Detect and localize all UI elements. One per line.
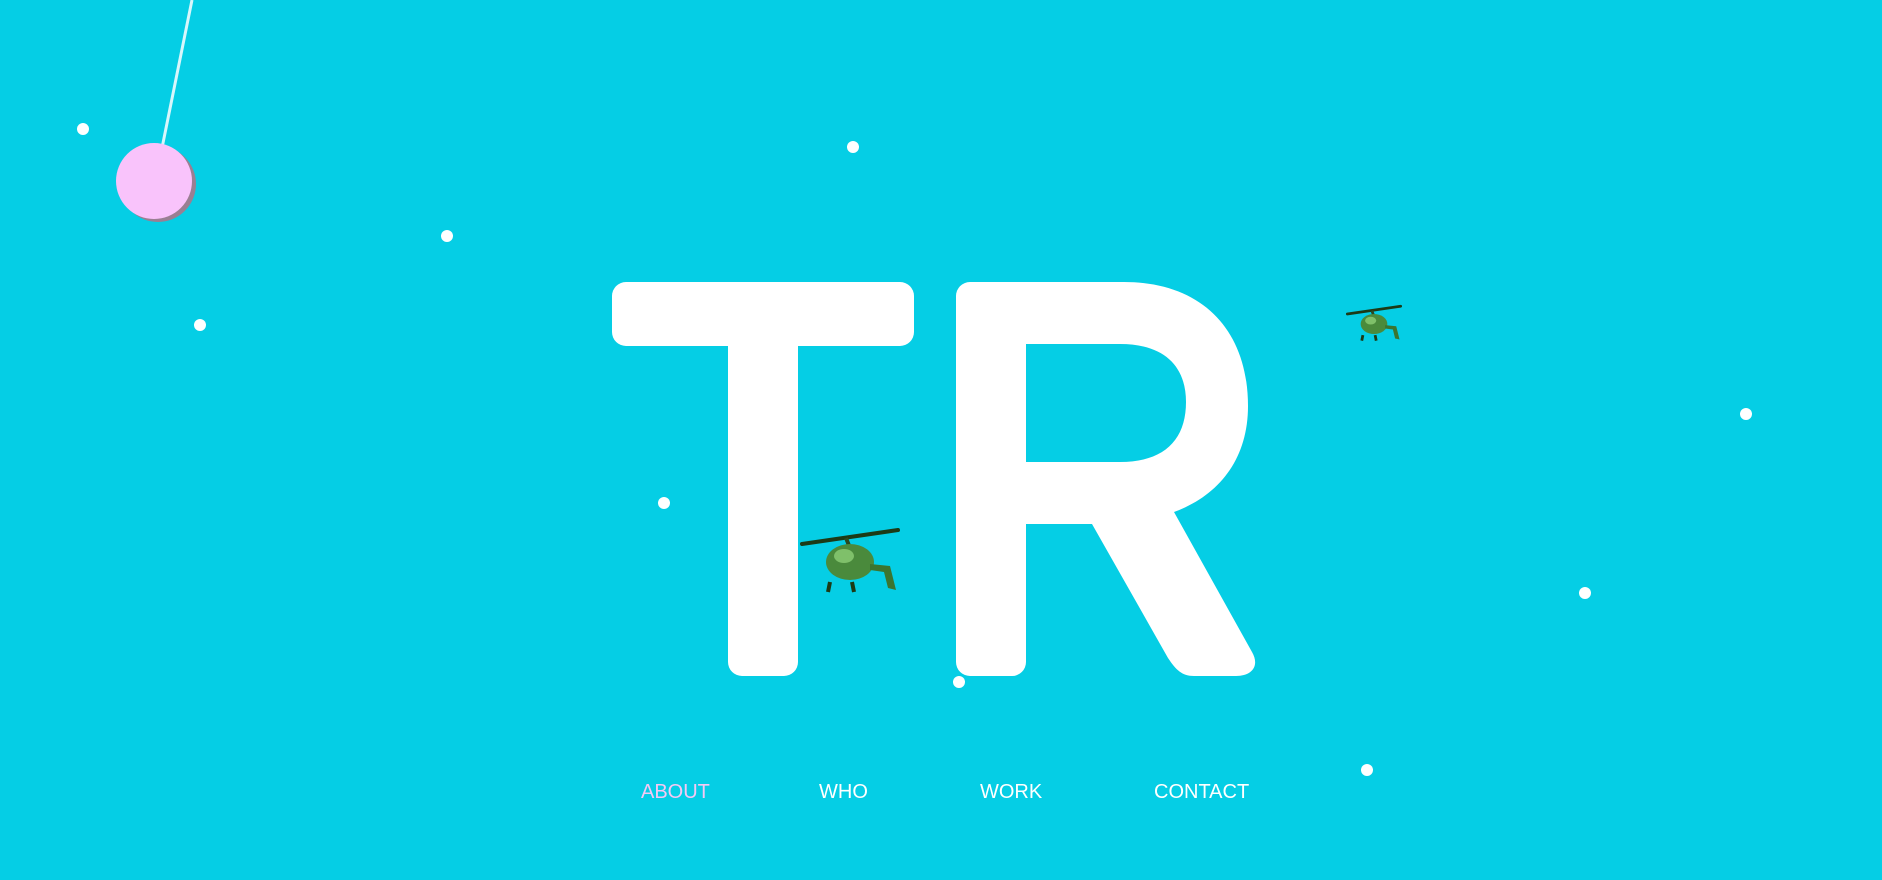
- pendulum-icon[interactable]: [0, 0, 260, 240]
- pendulum-string: [160, 0, 194, 149]
- snow-dot-icon: [1579, 587, 1591, 599]
- snow-dot-icon: [77, 123, 89, 135]
- landing-stage: TR ABOUT WHO WORK: [0, 0, 1882, 880]
- nav-link-who[interactable]: WHO: [819, 778, 868, 806]
- main-nav: ABOUT WHO WORK CONTACT: [0, 778, 1882, 806]
- logo-r-bowl: [992, 282, 1256, 676]
- snow-dot-icon: [847, 141, 859, 153]
- snow-dot-icon: [194, 319, 206, 331]
- tr-logo: TR: [612, 282, 1256, 676]
- pendulum-ball-icon[interactable]: [116, 143, 192, 219]
- logo-t-stem: [728, 302, 798, 676]
- helicopter-icon[interactable]: [1346, 304, 1402, 344]
- nav-link-contact[interactable]: CONTACT: [1154, 778, 1249, 806]
- snow-dot-icon: [1740, 408, 1752, 420]
- nav-link-work[interactable]: WORK: [980, 778, 1042, 806]
- snow-dot-icon: [441, 230, 453, 242]
- helicopter-icon[interactable]: [800, 526, 900, 598]
- nav-link-about[interactable]: ABOUT: [641, 778, 710, 806]
- snow-dot-icon: [953, 676, 965, 688]
- snow-dot-icon: [1361, 764, 1373, 776]
